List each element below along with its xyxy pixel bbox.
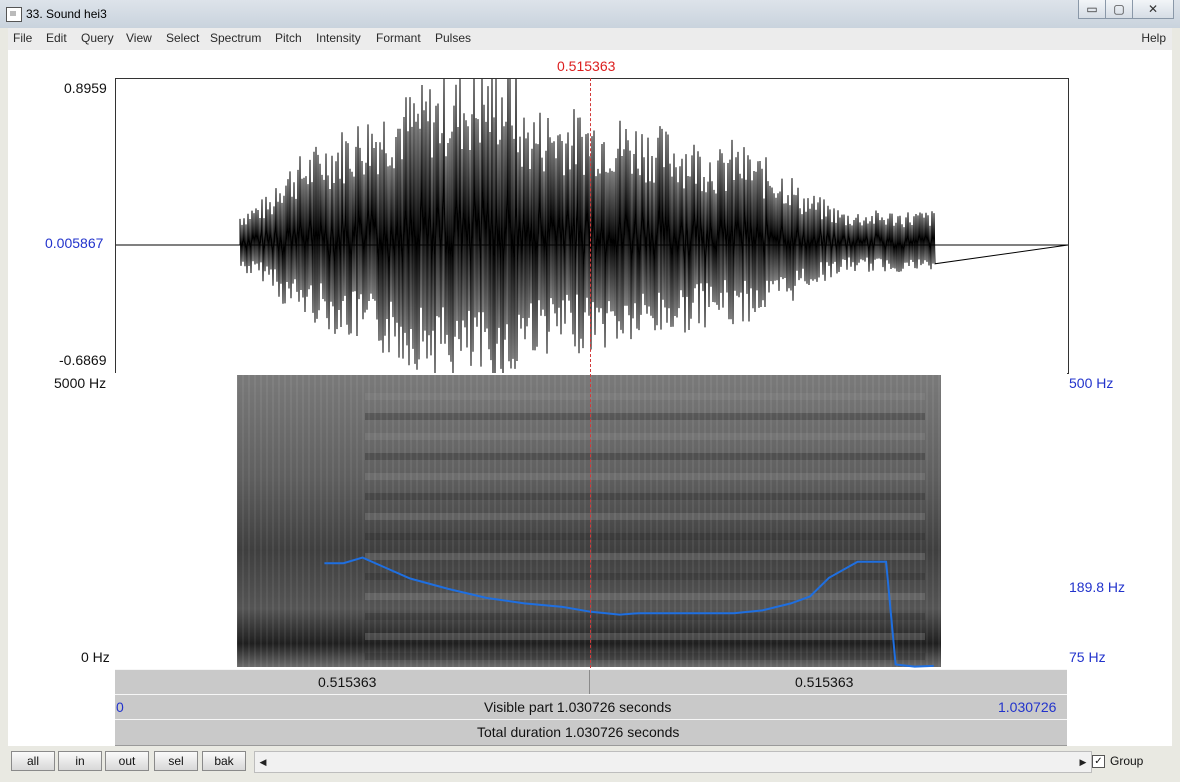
window-icon [6,7,22,22]
waveform-plot [116,79,1068,373]
scroll-left-arrow-icon[interactable]: ◀ [255,752,271,772]
waveform-panel[interactable] [115,78,1069,374]
menu-help[interactable]: Help [1141,31,1166,45]
visible-part-bar[interactable]: 0 Visible part 1.030726 seconds 1.030726 [115,694,1067,720]
group-checkbox[interactable]: ✓ [1092,754,1105,768]
menu-formant[interactable]: Formant [376,31,421,45]
selection-bar[interactable]: 0.515363 0.515363 [115,669,1067,695]
pitch-bottom-label: 75 Hz [1069,649,1106,665]
pitch-mid-label: 189.8 Hz [1069,579,1126,595]
group-toggle[interactable]: ✓ Group [1092,752,1143,770]
zoom-back-button[interactable]: bak [202,751,246,771]
spectrogram-top-label: 5000 Hz [54,375,107,391]
close-button[interactable]: ✕ [1132,0,1174,19]
spectrogram-plot [236,375,941,668]
menu-pitch[interactable]: Pitch [275,31,302,45]
minimize-button[interactable]: ▭ [1078,0,1106,19]
selection-right-time[interactable]: 0.515363 [795,674,853,690]
total-duration-bar[interactable]: Total duration 1.030726 seconds [115,719,1067,746]
visible-start-time: 0 [116,699,124,715]
total-duration-label: Total duration 1.030726 seconds [477,724,680,740]
waveform-trace [116,79,1068,373]
zoom-in-button[interactable]: in [58,751,102,771]
selection-left-time[interactable]: 0.515363 [318,674,376,690]
window-controls: ▭ ▢ ✕ [1078,0,1174,20]
zoom-toolbar: all in out sel bak ◀ ▶ ✓ Group [8,746,1172,776]
spectrogram-bottom-label: 0 Hz [81,649,110,665]
waveform-max-label: 0.8959 [64,80,107,96]
menu-query[interactable]: Query [81,31,114,45]
pitch-top-label: 500 Hz [1069,375,1114,391]
menu-bar: File Edit Query View Select Spectrum Pit… [8,28,1172,51]
window-title: 33. Sound hei3 [26,7,107,21]
menu-file[interactable]: File [13,31,32,45]
maximize-button[interactable]: ▢ [1105,0,1133,19]
visible-end-time: 1.030726 [998,699,1057,715]
menu-pulses[interactable]: Pulses [435,31,471,45]
cursor-time-label: 0.515363 [557,58,616,74]
selection-divider [589,670,590,694]
menu-view[interactable]: View [126,31,152,45]
zoom-all-button[interactable]: all [11,751,55,771]
scroll-right-arrow-icon[interactable]: ▶ [1075,752,1091,772]
waveform-min-label: -0.6869 [59,352,107,368]
menu-select[interactable]: Select [166,31,199,45]
horizontal-scrollbar[interactable]: ◀ ▶ [254,751,1092,773]
cursor-line [590,78,591,668]
menu-spectrum[interactable]: Spectrum [210,31,261,45]
title-bar: 33. Sound hei3 ▭ ▢ ✕ [0,0,1180,28]
visible-part-label: Visible part 1.030726 seconds [484,699,672,715]
zoom-selection-button[interactable]: sel [154,751,198,771]
waveform-zero-label: 0.005867 [45,235,104,251]
zoom-out-button[interactable]: out [105,751,149,771]
menu-edit[interactable]: Edit [46,31,67,45]
menu-intensity[interactable]: Intensity [316,31,361,45]
group-label: Group [1110,754,1144,768]
spectrogram-panel[interactable] [115,373,1067,668]
